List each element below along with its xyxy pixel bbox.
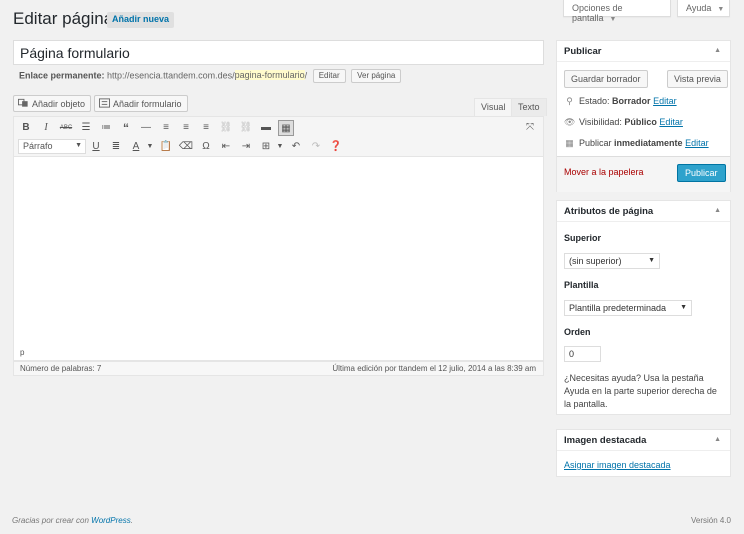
tab-text[interactable]: Texto — [511, 98, 547, 116]
undo-icon[interactable]: ↶ — [288, 139, 304, 155]
help-text: ¿Necesitas ayuda? Usa la pestaña Ayuda e… — [564, 373, 717, 409]
add-new-button[interactable]: Añadir nueva — [107, 12, 175, 28]
numbered-list-icon[interactable]: ≔ — [98, 120, 114, 136]
move-to-trash-link[interactable]: Mover a la papelera — [564, 167, 644, 177]
underline-icon[interactable]: U — [88, 139, 104, 155]
edit-permalink-button[interactable]: Editar — [312, 69, 346, 83]
caret-down-icon[interactable]: ▼ — [142, 139, 158, 155]
caret-down-icon: ▼ — [648, 257, 655, 264]
status-row: ⚲ Estado: Borrador Editar — [564, 96, 677, 107]
bold-icon[interactable]: B — [18, 120, 34, 136]
template-label: Plantilla — [564, 280, 599, 290]
template-select[interactable]: Plantilla predeterminada ▼ — [564, 300, 692, 316]
clear-formatting-icon[interactable]: ⌫ — [178, 139, 194, 155]
wordpress-link[interactable]: WordPress — [91, 516, 131, 525]
align-right-icon[interactable]: ≡ — [198, 120, 214, 136]
toolbar-toggle-icon[interactable]: ▦ — [278, 120, 294, 136]
add-form-button[interactable]: Añadir formulario — [94, 95, 188, 112]
order-label: Orden — [564, 327, 591, 337]
italic-icon[interactable]: I — [38, 120, 54, 136]
align-center-icon[interactable]: ≡ — [178, 120, 194, 136]
help-icon[interactable]: ❓ — [328, 139, 344, 155]
form-icon — [99, 98, 110, 108]
last-edit: Última edición por ttandem el 12 julio, … — [332, 364, 536, 373]
bullet-list-icon[interactable]: ☰ — [78, 120, 94, 136]
eye-icon: 👁 — [564, 117, 576, 127]
parent-label: Superior — [564, 233, 602, 243]
caret-down-icon: ▼ — [75, 142, 82, 149]
align-left-icon[interactable]: ≡ — [158, 120, 174, 136]
format-select[interactable]: Párrafo ▼ — [18, 139, 86, 154]
add-media-button[interactable]: Añadir objeto — [13, 95, 92, 112]
caret-up-icon[interactable]: ▲ — [714, 47, 721, 54]
view-page-button[interactable]: Ver página — [351, 69, 402, 83]
horizontal-line-icon[interactable]: — — [138, 120, 154, 136]
set-featured-image-link[interactable]: Asignar imagen destacada — [564, 460, 671, 470]
order-input[interactable]: 0 — [564, 346, 601, 362]
edit-schedule-link[interactable]: Editar — [685, 138, 709, 148]
caret-down-icon: ▼ — [609, 16, 617, 23]
media-icon — [18, 98, 28, 107]
caret-up-icon[interactable]: ▲ — [714, 207, 721, 214]
editor-status-bar: Número de palabras: 7 Última edición por… — [13, 361, 544, 376]
publish-box-header[interactable]: Publicar ▲ — [557, 41, 730, 62]
page-title: Editar página — [13, 9, 114, 28]
caret-down-icon[interactable]: ▼ — [272, 139, 288, 155]
save-draft-button[interactable]: Guardar borrador — [564, 70, 648, 88]
pin-icon: ⚲ — [566, 96, 573, 106]
visibility-row: 👁 Visibilidad: Público Editar — [564, 117, 683, 127]
caret-down-icon: ▼ — [680, 304, 687, 311]
link-icon[interactable]: ⛓ — [218, 120, 234, 136]
featured-image-header[interactable]: Imagen destacada ▲ — [557, 430, 730, 451]
title-input[interactable]: Página formulario — [13, 40, 544, 65]
featured-image-box: Imagen destacada ▲ Asignar imagen destaca… — [556, 429, 731, 477]
edit-visibility-link[interactable]: Editar — [659, 117, 683, 127]
fullscreen-icon[interactable]: ⤧ — [522, 120, 538, 136]
version: Versión 4.0 — [690, 516, 731, 525]
page-attributes-header[interactable]: Atributos de página ▲ — [557, 201, 730, 222]
outdent-icon[interactable]: ⇤ — [218, 139, 234, 155]
parent-select[interactable]: (sin superior) ▼ — [564, 253, 660, 269]
justify-icon[interactable]: ≣ — [108, 139, 124, 155]
caret-down-icon: ▼ — [717, 6, 725, 13]
tab-visual[interactable]: Visual — [474, 98, 513, 116]
redo-icon[interactable]: ↷ — [308, 139, 324, 155]
preview-button[interactable]: Vista previa — [667, 70, 728, 88]
unlink-icon[interactable]: ⛓ — [238, 120, 254, 136]
calendar-icon: ▦ — [565, 138, 574, 148]
special-character-icon[interactable]: Ω — [198, 139, 214, 155]
blockquote-icon[interactable]: “ — [118, 120, 134, 136]
footer-credit: Gracias por crear con WordPress. — [12, 516, 133, 525]
publish-button[interactable]: Publicar — [677, 164, 726, 182]
publish-actions: Mover a la papelera Publicar — [557, 156, 730, 192]
word-count: Número de palabras: 7 — [20, 364, 102, 373]
caret-up-icon[interactable]: ▲ — [714, 436, 721, 443]
permalink-slug[interactable]: pagina-formulario — [234, 70, 305, 81]
strikethrough-icon[interactable]: ABC — [58, 120, 74, 136]
screen-options-button[interactable]: Opciones de pantalla ▼ — [563, 0, 671, 23]
page-attributes-box: Atributos de página ▲ Superior (sin super… — [556, 200, 731, 415]
read-more-icon[interactable]: ▬ — [258, 120, 274, 136]
paste-text-icon[interactable]: 📋 — [158, 139, 174, 155]
help-button[interactable]: Ayuda ▼ — [677, 0, 730, 17]
editor-toolbar: B I ABC ☰ ≔ “ — ≡ ≡ ≡ ⛓ ⛓ ▬ ▦ ⤧ Párrafo ▼… — [14, 117, 543, 157]
publish-box: Publicar ▲ Guardar borrador Vista previa … — [556, 40, 731, 192]
content-editor[interactable]: B I ABC ☰ ≔ “ — ≡ ≡ ≡ ⛓ ⛓ ▬ ▦ ⤧ Párrafo ▼… — [13, 116, 544, 361]
indent-icon[interactable]: ⇥ — [238, 139, 254, 155]
permalink: Enlace permanente: http://esencia.ttande… — [19, 69, 402, 83]
schedule-row: ▦ Publicar inmediatamente Editar — [565, 138, 709, 148]
edit-status-link[interactable]: Editar — [653, 96, 677, 106]
element-path[interactable]: p — [20, 348, 24, 357]
